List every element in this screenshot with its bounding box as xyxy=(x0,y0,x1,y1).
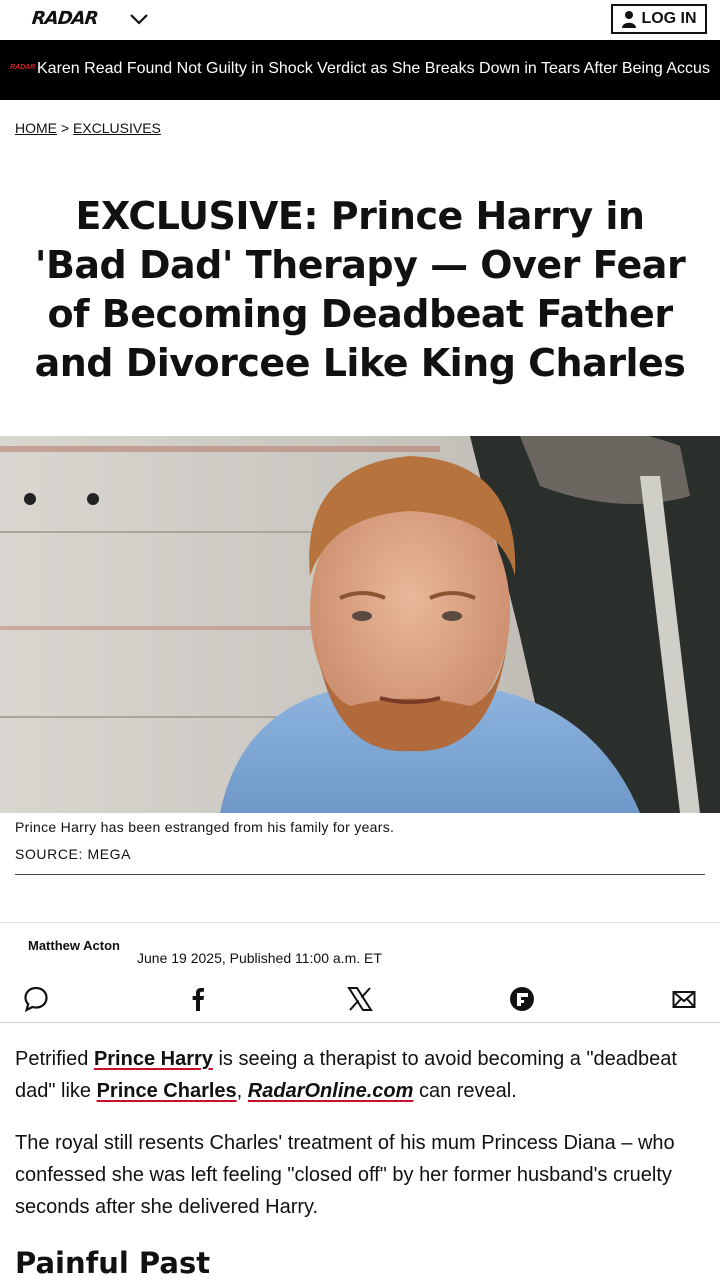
user-icon xyxy=(622,11,637,28)
author-name[interactable]: Matthew Acton xyxy=(28,938,120,953)
image-caption: Prince Harry has been estranged from his… xyxy=(15,819,395,835)
ticker-logo: RADAR xyxy=(10,64,36,71)
x-icon[interactable] xyxy=(346,985,374,1013)
publish-date: June 19 2025, Published 11:00 a.m. ET xyxy=(137,950,382,966)
link-radaronline[interactable]: RadarOnline.com xyxy=(248,1080,414,1102)
article-paragraph: The royal still resents Charles' treatme… xyxy=(15,1132,675,1218)
article-hero-image xyxy=(0,436,720,813)
facebook-icon[interactable] xyxy=(184,985,212,1013)
image-source: SOURCE: MEGA xyxy=(15,846,132,862)
breadcrumb-section[interactable]: EXCLUSIVES xyxy=(73,120,161,136)
article-paragraph: Petrified Prince Harry is seeing a thera… xyxy=(15,1043,705,1107)
flipboard-icon[interactable] xyxy=(508,985,536,1013)
login-label: LOG IN xyxy=(641,10,697,27)
breadcrumb-home[interactable]: HOME xyxy=(15,120,57,136)
link-prince-harry[interactable]: Prince Harry xyxy=(94,1048,213,1070)
paragraph-text: can reveal. xyxy=(413,1080,517,1102)
site-logo[interactable]: RADAR xyxy=(31,8,99,29)
article-subheading: Painful Past xyxy=(15,1246,211,1280)
paragraph-text: , xyxy=(236,1080,248,1102)
breadcrumb: HOME > EXCLUSIVES xyxy=(15,120,161,136)
site-header: RADAR LOG IN xyxy=(0,0,720,40)
divider xyxy=(15,874,705,875)
login-button[interactable]: LOG IN xyxy=(611,4,707,34)
comment-icon[interactable] xyxy=(22,985,50,1013)
breadcrumb-separator: > xyxy=(60,120,70,136)
email-icon[interactable] xyxy=(670,985,698,1013)
divider xyxy=(0,922,720,923)
article-title: EXCLUSIVE: Prince Harry in 'Bad Dad' The… xyxy=(34,194,686,385)
chevron-down-icon[interactable] xyxy=(128,8,150,30)
paragraph-text: Petrified xyxy=(15,1048,94,1070)
share-bar xyxy=(0,980,720,1023)
ticker-headline[interactable]: Karen Read Found Not Guilty in Shock Ver… xyxy=(37,60,710,78)
breaking-news-ticker[interactable]: RADAR Karen Read Found Not Guilty in Sho… xyxy=(0,40,720,100)
link-prince-charles[interactable]: Prince Charles xyxy=(97,1080,237,1102)
